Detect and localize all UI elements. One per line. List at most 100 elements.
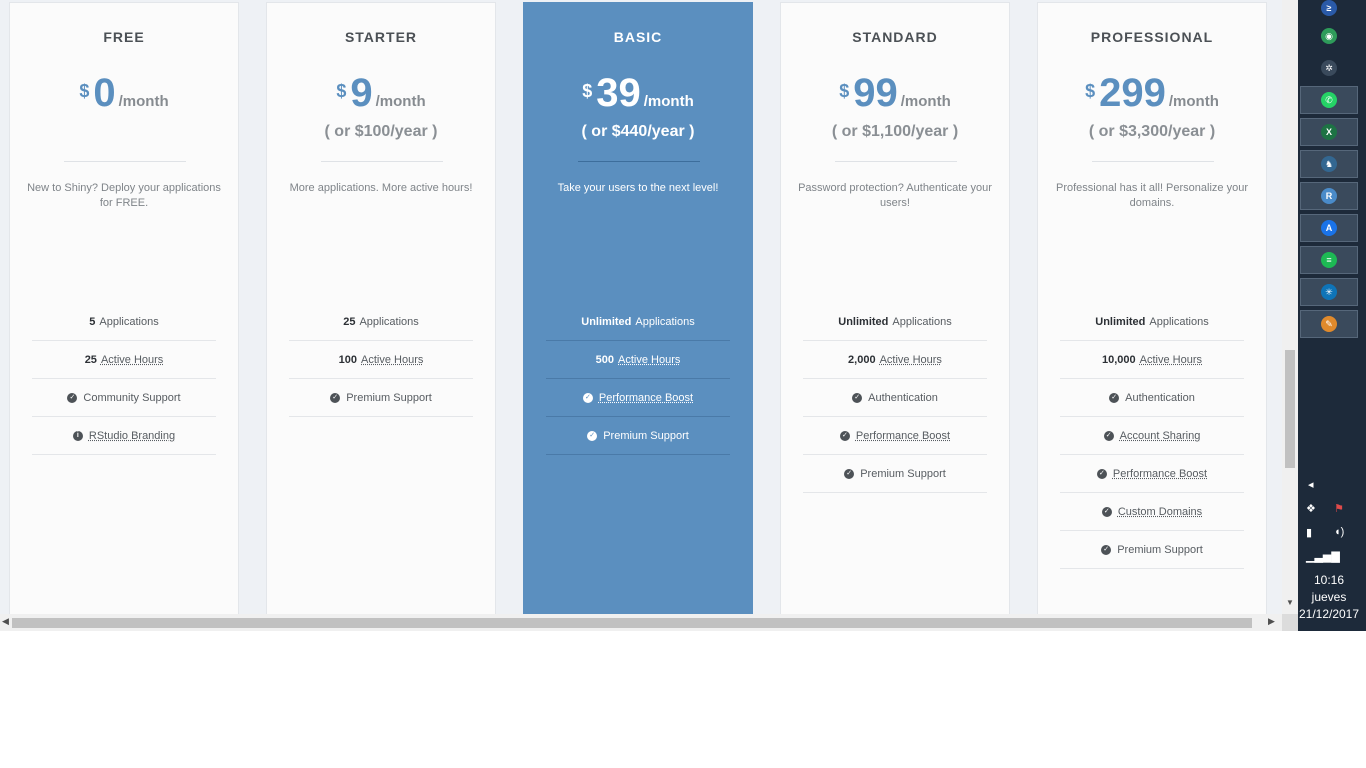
feature-label[interactable]: Account Sharing [1120,430,1201,442]
feature-list: Unlimited Applications 500 Active Hours ✓ Per… [546,303,730,455]
taskbar-app-button[interactable]: ◉ [1300,22,1358,50]
feature-item: ✓ Performance Boost [546,379,730,417]
feature-label: Community Support [83,391,181,404]
volume-icon[interactable]: ◖) [1334,526,1344,538]
feature-item: ✓ Community Support [32,379,216,417]
feature-item: ✓ Account Sharing [1060,417,1244,455]
feature-value: 5 [89,315,96,328]
plan-price: $9/month [267,71,495,115]
taskbar-app-button[interactable]: ✲ [1300,54,1358,82]
taskbar-app-button[interactable]: ✳ [1300,278,1358,306]
scroll-left-arrow-icon[interactable]: ◀ [2,616,9,627]
app-a-icon: A [1321,220,1337,236]
feature-item: ✓ Premium Support [546,417,730,455]
taskbar-app-button[interactable]: ♞ [1300,150,1358,178]
feature-label: Applications [1149,315,1209,328]
yearly-price: ( or $3,300/year ) [1088,123,1216,140]
yearly-price: ( or $1,100/year ) [831,123,959,140]
feature-label[interactable]: Active Hours [101,354,163,366]
price-period: /month [375,93,426,110]
scroll-right-arrow-icon[interactable]: ▶ [1268,616,1275,627]
excel-icon: X [1321,124,1337,140]
feature-item: ✓ Custom Domains [1060,493,1244,531]
feature-label: Authentication [868,391,938,404]
plan-card-starter: STARTER $9/month ( or $100/year ) More appl… [266,2,496,614]
feature-value: Unlimited [1095,315,1146,328]
feature-label[interactable]: RStudio Branding [89,430,175,442]
taskbar-app-button[interactable]: A [1300,214,1358,242]
plan-description: More applications. More active hours! [289,182,473,194]
check-circle-icon: ✓ [582,392,593,403]
feature-item: ✓ Premium Support [1060,531,1244,569]
taskbar-app-button[interactable]: ✎ [1300,310,1358,338]
feature-list: 5 Applications 25 Active Hours ✓ Community Su… [32,303,216,455]
feature-label[interactable]: Active Hours [361,354,423,366]
price-amount: 0 [93,71,116,115]
taskbar-app-button[interactable]: ≡ [1300,246,1358,274]
price-period: /month [643,93,694,110]
feature-item: 2,000 Active Hours [803,341,987,379]
rstudio-icon: R [1321,188,1337,204]
clock-day[interactable]: jueves [1298,590,1360,604]
currency-symbol: $ [839,81,850,101]
feature-value: 500 [595,353,614,366]
scroll-down-arrow-icon[interactable]: ▼ [1286,598,1294,607]
plan-card-basic: BASIC $39/month ( or $440/year ) Take your … [523,2,753,614]
plan-description: New to Shiny? Deploy your applications f… [27,182,221,209]
vertical-scrollbar[interactable]: ▼ [1282,0,1298,614]
feature-item: 25 Applications [289,303,473,341]
price-amount: 9 [350,71,373,115]
feature-item: Unlimited Applications [803,303,987,341]
battery-icon[interactable]: ▮ [1306,526,1312,539]
feature-label: Applications [99,315,159,328]
plan-price: $299/month [1038,71,1266,115]
feature-label: Applications [635,315,695,328]
feature-list: Unlimited Applications 2,000 Active Hours ✓ A… [803,303,987,493]
feature-label[interactable]: Active Hours [618,354,680,366]
currency-symbol: $ [1085,81,1096,101]
feature-label[interactable]: Performance Boost [599,392,693,404]
feature-item: ✓ Performance Boost [803,417,987,455]
flag-alert-icon[interactable]: ⚑ [1334,502,1344,515]
feature-label: Premium Support [860,467,946,480]
plan-name: PROFESSIONAL [1090,29,1214,45]
feature-label: Authentication [1125,391,1195,404]
feature-label[interactable]: Custom Domains [1118,506,1202,518]
taskbar-app-button[interactable]: ✆ [1300,86,1358,114]
feature-list: Unlimited Applications 10,000 Active Hours ✓… [1060,303,1244,569]
show-hidden-icons-icon[interactable]: ◂ [1308,478,1314,491]
feature-label[interactable]: Active Hours [880,354,942,366]
taskbar-app-button[interactable]: ≥ [1300,0,1358,22]
check-circle-icon: ✓ [839,430,850,441]
postgres-icon: ♞ [1321,156,1337,172]
network-signal-icon[interactable]: ▁▃▅▇ [1306,550,1340,563]
taskbar-app-button[interactable]: R [1300,182,1358,210]
taskbar-app-button[interactable]: X [1300,118,1358,146]
feature-label[interactable]: Active Hours [1140,354,1202,366]
price-period: /month [118,93,169,110]
check-circle-icon: ✓ [1101,506,1112,517]
feature-item: 500 Active Hours [546,341,730,379]
feature-label[interactable]: Performance Boost [856,430,950,442]
plan-price: $99/month [781,71,1009,115]
price-period: /month [900,93,951,110]
horizontal-scrollbar[interactable]: ◀ ▶ [0,614,1282,631]
feature-value: Unlimited [581,315,632,328]
feature-item: 5 Applications [32,303,216,341]
feature-label: Applications [359,315,419,328]
clock-time[interactable]: 10:16 [1298,573,1360,587]
spotify-icon: ≡ [1321,252,1337,268]
vertical-scroll-thumb[interactable] [1285,350,1295,468]
feature-list: 25 Applications 100 Active Hours ✓ Premium Su… [289,303,473,417]
dropbox-icon[interactable]: ❖ [1306,502,1316,515]
plan-card-professional: PROFESSIONAL $299/month ( or $3,300/year )… [1037,2,1267,614]
horizontal-scroll-thumb[interactable] [12,618,1252,628]
powershell-icon: ≥ [1321,0,1337,16]
plan-card-standard: STANDARD $99/month ( or $1,100/year ) Passw… [780,2,1010,614]
plan-name: STARTER [344,29,418,45]
plan-description: Take your users to the next level! [557,182,719,194]
clock-date[interactable]: 21/12/2017 [1298,607,1360,621]
feature-label[interactable]: Performance Boost [1113,468,1207,480]
feature-value: 2,000 [848,353,876,366]
windows-taskbar: ≥ ◉ ✲ ✆ X ♞ R A ≡ ✳ ✎ ◂ ❖ ⚑ ▮ ◖) ▁▃▅▇ 10:16 jueves… [1298,0,1366,631]
